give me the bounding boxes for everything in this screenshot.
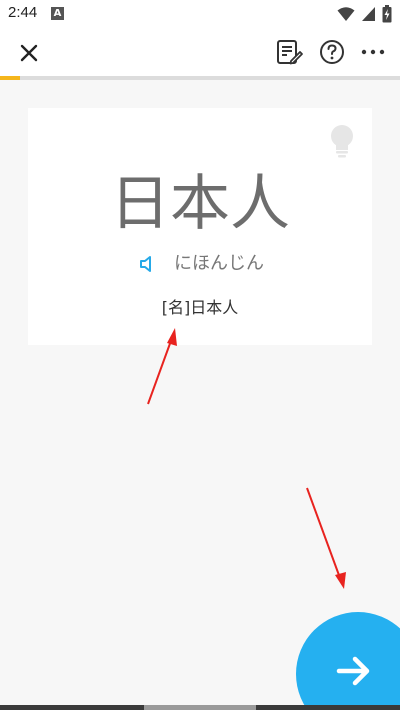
progress-track (0, 76, 400, 80)
a-notification-icon: A (51, 7, 64, 20)
next-button[interactable] (296, 612, 400, 710)
annotation-arrow-next (306, 487, 346, 589)
close-icon (20, 44, 38, 62)
more-options-button[interactable] (358, 37, 388, 67)
word-card: 日本人 にほんじん [名]日本人 (28, 108, 372, 345)
status-bar: 2:44 A (0, 0, 400, 28)
notes-button[interactable] (274, 37, 304, 67)
flashcard-screen: 2:44 A 日本人 にほんじん [名]日本人 (0, 0, 400, 710)
word-meaning: [名]日本人 (161, 298, 239, 317)
close-button[interactable] (14, 38, 44, 68)
more-options-icon (361, 49, 385, 55)
word-reading: にほんじん (174, 253, 264, 274)
help-button[interactable] (317, 37, 347, 67)
pronunciation-button[interactable] (138, 254, 158, 274)
battery-charging-icon (382, 5, 392, 23)
vocabulary-word: 日本人 (110, 169, 290, 239)
gesture-handle[interactable] (144, 705, 256, 710)
gesture-navigation-bar (0, 705, 400, 710)
notes-edit-icon (277, 40, 303, 65)
top-app-bar (0, 28, 400, 76)
wifi-icon (337, 7, 355, 21)
status-time: 2:44 (8, 4, 38, 21)
hint-button[interactable] (328, 124, 356, 158)
annotation-arrows (147, 328, 346, 589)
progress-fill (0, 76, 20, 80)
help-icon (320, 40, 344, 64)
speaker-icon (140, 256, 151, 272)
cellular-signal-icon (362, 7, 375, 21)
lightbulb-hint-icon (331, 125, 353, 158)
arrow-right-icon (336, 656, 370, 686)
reading-row: にほんじん (28, 250, 372, 278)
status-icons (337, 5, 392, 23)
